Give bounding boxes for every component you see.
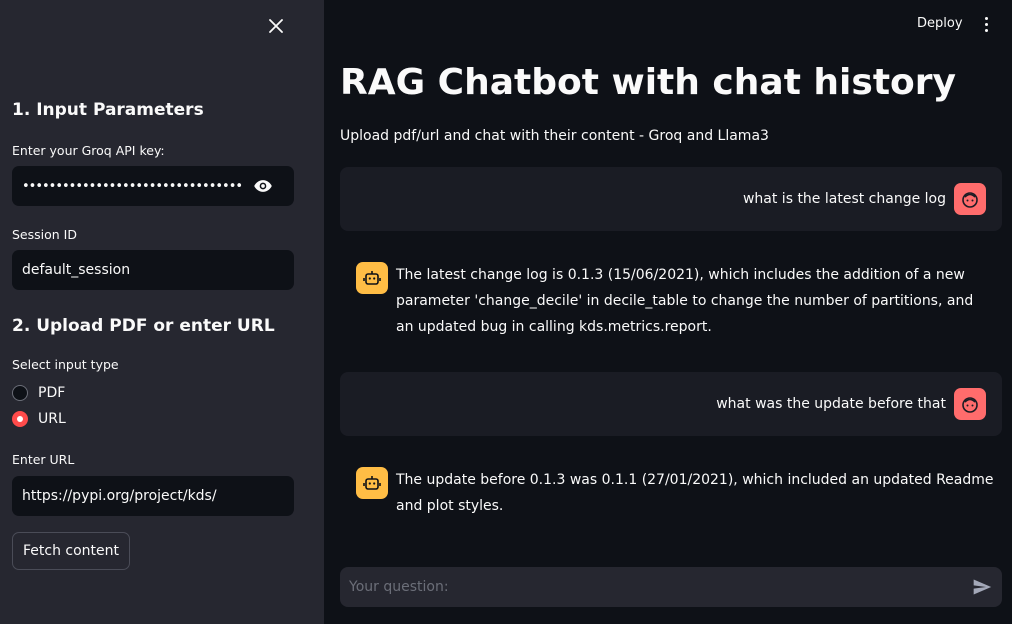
page-subtitle: Upload pdf/url and chat with their conte… bbox=[340, 128, 769, 144]
deploy-button[interactable]: Deploy bbox=[917, 16, 963, 31]
sidebar: 1. Input Parameters Enter your Groq API … bbox=[0, 0, 324, 624]
api-key-field[interactable]: ••••••••••••••••••••••••••••••••••••••••… bbox=[12, 166, 294, 206]
chat-input-placeholder: Your question: bbox=[349, 579, 449, 595]
chat-input[interactable]: Your question: bbox=[340, 567, 1002, 607]
message-text: The update before 0.1.3 was 0.1.1 (27/01… bbox=[396, 472, 994, 514]
section-title-upload: 2. Upload PDF or enter URL bbox=[12, 316, 275, 336]
session-id-value: default_session bbox=[22, 262, 131, 278]
url-field[interactable]: https://pypi.org/project/kds/ bbox=[12, 476, 294, 516]
page-title: RAG Chatbot with chat history bbox=[340, 62, 956, 103]
url-label: Enter URL bbox=[12, 452, 75, 467]
chat-message-assistant: The update before 0.1.3 was 0.1.1 (27/01… bbox=[340, 467, 1002, 519]
radio-circle-pdf[interactable] bbox=[12, 385, 28, 401]
radio-circle-url[interactable] bbox=[12, 411, 28, 427]
radio-label-url: URL bbox=[38, 411, 66, 427]
eye-icon[interactable] bbox=[252, 176, 274, 196]
bot-avatar-icon bbox=[356, 262, 388, 294]
more-menu-icon[interactable] bbox=[980, 14, 992, 34]
section-title-input-parameters: 1. Input Parameters bbox=[12, 100, 204, 120]
api-key-value: ••••••••••••••••••••••••••••••••••••••••… bbox=[22, 178, 242, 194]
session-id-field[interactable]: default_session bbox=[12, 250, 294, 290]
bot-avatar-icon bbox=[356, 467, 388, 499]
send-icon[interactable] bbox=[972, 577, 992, 597]
chat-message-user: what was the update before that bbox=[340, 372, 1002, 436]
radio-option-pdf[interactable]: PDF bbox=[12, 385, 65, 401]
user-avatar-icon bbox=[954, 388, 986, 420]
chat-message-user: what is the latest change log bbox=[340, 167, 1002, 231]
api-key-label: Enter your Groq API key: bbox=[12, 143, 165, 158]
message-text: The latest change log is 0.1.3 (15/06/20… bbox=[396, 267, 974, 335]
chat-message-assistant: The latest change log is 0.1.3 (15/06/20… bbox=[340, 262, 1002, 340]
url-value: https://pypi.org/project/kds/ bbox=[22, 488, 217, 504]
fetch-content-button[interactable]: Fetch content bbox=[12, 532, 130, 570]
radio-option-url[interactable]: URL bbox=[12, 411, 66, 427]
message-text: what was the update before that bbox=[716, 396, 946, 412]
input-type-label: Select input type bbox=[12, 357, 119, 372]
radio-label-pdf: PDF bbox=[38, 385, 66, 401]
message-text: what is the latest change log bbox=[742, 191, 946, 207]
close-sidebar-icon[interactable] bbox=[264, 14, 288, 38]
user-avatar-icon bbox=[954, 183, 986, 215]
session-id-label: Session ID bbox=[12, 227, 77, 242]
